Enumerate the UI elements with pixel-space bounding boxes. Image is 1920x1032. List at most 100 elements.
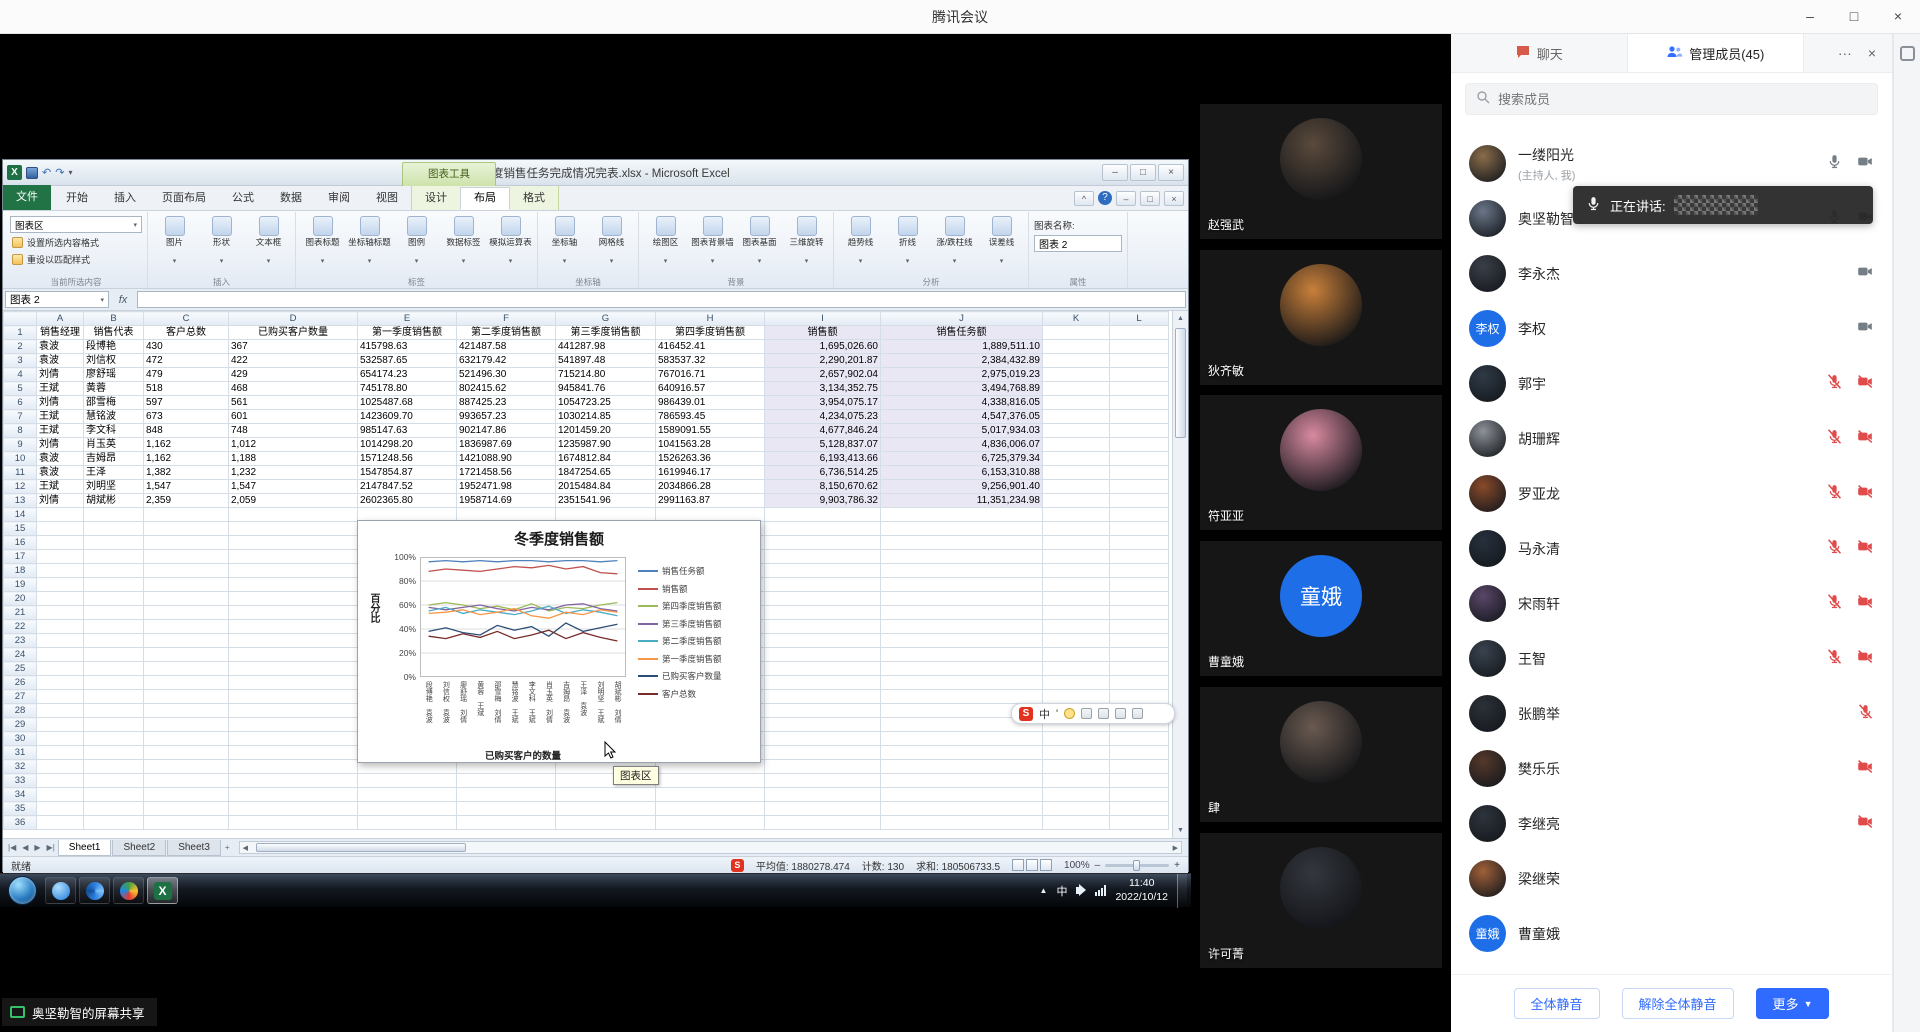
row-header[interactable]: 10: [4, 452, 37, 466]
cell[interactable]: [144, 746, 229, 760]
panel-toggle-icon[interactable]: [1900, 46, 1915, 61]
member-row[interactable]: 梁继荣: [1451, 851, 1892, 906]
cell[interactable]: 王斌: [37, 410, 84, 424]
row-header[interactable]: 12: [4, 480, 37, 494]
save-icon[interactable]: [26, 167, 38, 179]
cell[interactable]: [84, 718, 144, 732]
cell[interactable]: [1110, 774, 1169, 788]
row-header[interactable]: 16: [4, 536, 37, 550]
row-header[interactable]: 24: [4, 648, 37, 662]
cell[interactable]: [37, 648, 84, 662]
vertical-scrollbar[interactable]: ▲ ▼: [1172, 311, 1188, 838]
cell[interactable]: 945841.76: [556, 382, 656, 396]
cell[interactable]: [881, 620, 1043, 634]
cell[interactable]: [881, 648, 1043, 662]
row-header[interactable]: 18: [4, 564, 37, 578]
reset-to-match-style-button[interactable]: 重设以匹配样式: [10, 252, 142, 267]
cell[interactable]: [229, 648, 358, 662]
trendline-button[interactable]: 趋势线▾: [837, 214, 884, 265]
cell[interactable]: [656, 816, 765, 830]
cell[interactable]: [1110, 620, 1169, 634]
row-header[interactable]: 36: [4, 816, 37, 830]
column-header-D[interactable]: D: [229, 312, 358, 326]
cell[interactable]: [37, 564, 84, 578]
cell[interactable]: [84, 704, 144, 718]
cell[interactable]: [1043, 564, 1110, 578]
cell[interactable]: [37, 760, 84, 774]
member-row[interactable]: 李继亮: [1451, 796, 1892, 851]
chart-wall-button[interactable]: 图表背景墙▾: [689, 214, 736, 265]
cell[interactable]: 6,153,310.88: [881, 466, 1043, 480]
cell[interactable]: [229, 676, 358, 690]
cell[interactable]: [229, 816, 358, 830]
cell[interactable]: [144, 788, 229, 802]
cell[interactable]: 6,736,514.25: [765, 466, 881, 480]
cell[interactable]: [37, 620, 84, 634]
cell[interactable]: [37, 802, 84, 816]
cell[interactable]: [1043, 550, 1110, 564]
panel-more-icon[interactable]: ···: [1838, 45, 1852, 61]
row-header[interactable]: 8: [4, 424, 37, 438]
excel-tab-design[interactable]: 设计: [412, 187, 460, 210]
row-header[interactable]: 23: [4, 634, 37, 648]
excel-minimize-icon[interactable]: –: [1102, 164, 1128, 181]
cell[interactable]: 1571248.56: [358, 452, 457, 466]
column-header-F[interactable]: F: [457, 312, 556, 326]
column-header-J[interactable]: J: [881, 312, 1043, 326]
excel-tab-review[interactable]: 审阅: [315, 187, 363, 210]
cell[interactable]: [37, 788, 84, 802]
cell[interactable]: 段博艳: [84, 340, 144, 354]
cell[interactable]: [229, 718, 358, 732]
taskbar-clock[interactable]: 11:40 2022/10/12: [1115, 877, 1168, 904]
cell[interactable]: [1043, 522, 1110, 536]
mic-icon[interactable]: [1826, 648, 1843, 670]
cell[interactable]: [765, 760, 881, 774]
cell[interactable]: [765, 620, 881, 634]
cell[interactable]: 1,012: [229, 438, 358, 452]
member-row[interactable]: 李权李权: [1451, 301, 1892, 356]
zoom-in-icon[interactable]: +: [1174, 860, 1180, 871]
member-search-box[interactable]: [1465, 83, 1878, 115]
cell[interactable]: 2,657,902.04: [765, 368, 881, 382]
scroll-up-icon[interactable]: ▲: [1173, 311, 1188, 326]
prev-sheet-icon[interactable]: ◀: [19, 843, 31, 852]
cell[interactable]: [144, 592, 229, 606]
cell[interactable]: [1110, 494, 1169, 508]
cell[interactable]: 6,193,413.66: [765, 452, 881, 466]
column-header-G[interactable]: G: [556, 312, 656, 326]
chart-plot-area[interactable]: [420, 557, 626, 677]
zoom-out-icon[interactable]: –: [1095, 860, 1101, 871]
cell[interactable]: [144, 620, 229, 634]
sogou-status-icon[interactable]: S: [731, 859, 744, 872]
cell[interactable]: [1043, 788, 1110, 802]
plot-area-button[interactable]: 绘图区▾: [642, 214, 689, 265]
cell[interactable]: 416452.41: [656, 340, 765, 354]
member-row[interactable]: 罗亚龙: [1451, 466, 1892, 521]
video-tile[interactable]: 狄齐敏: [1200, 250, 1442, 385]
cell[interactable]: 4,836,006.07: [881, 438, 1043, 452]
cell[interactable]: [229, 536, 358, 550]
cell[interactable]: 客户总数: [144, 326, 229, 340]
cell[interactable]: 1674812.84: [556, 452, 656, 466]
cell[interactable]: 1030214.85: [556, 410, 656, 424]
zoom-slider[interactable]: [1105, 864, 1169, 867]
row-header[interactable]: 28: [4, 704, 37, 718]
cell[interactable]: [358, 774, 457, 788]
cell[interactable]: 刘倩: [37, 494, 84, 508]
cell[interactable]: [229, 578, 358, 592]
cell[interactable]: 1,547: [229, 480, 358, 494]
insert-sheet-icon[interactable]: +: [222, 843, 233, 852]
cell[interactable]: 1,162: [144, 438, 229, 452]
mute-all-button[interactable]: 全体静音: [1514, 988, 1600, 1019]
zoom-slider-thumb[interactable]: [1133, 860, 1140, 871]
cell[interactable]: 654174.23: [358, 368, 457, 382]
column-header-E[interactable]: E: [358, 312, 457, 326]
hscrollbar-thumb[interactable]: [256, 843, 466, 852]
cell[interactable]: 1952471.98: [457, 480, 556, 494]
cell[interactable]: [1043, 802, 1110, 816]
show-desktop-button[interactable]: [1177, 874, 1187, 908]
cell[interactable]: 367: [229, 340, 358, 354]
cell[interactable]: [1043, 396, 1110, 410]
winter-sales-chart[interactable]: 冬季度销售额 百分比 0%20%40%60%80%100% 段博艳 袁波刘信权 …: [357, 520, 761, 763]
scroll-right-icon[interactable]: ▶: [1173, 844, 1178, 852]
